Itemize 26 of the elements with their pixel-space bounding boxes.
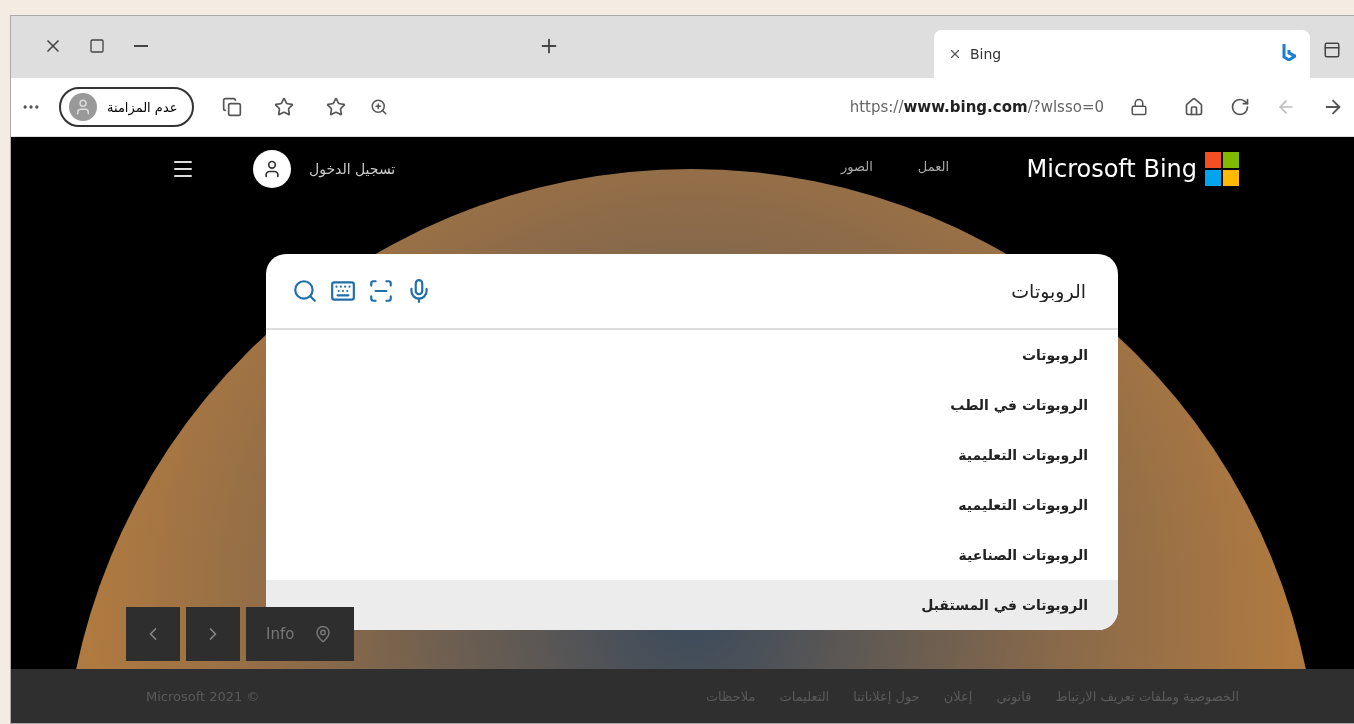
maximize-icon bbox=[89, 38, 105, 54]
home-icon[interactable] bbox=[1184, 97, 1204, 117]
nav-link[interactable]: العمل bbox=[917, 159, 950, 174]
minimize-icon bbox=[134, 45, 148, 47]
tab-title: Bing bbox=[970, 46, 1002, 62]
avatar-icon[interactable] bbox=[253, 150, 291, 188]
logo-icon bbox=[1205, 152, 1239, 186]
keyboard-icon[interactable] bbox=[330, 278, 356, 304]
collections-icon[interactable] bbox=[221, 97, 242, 117]
refresh-icon[interactable] bbox=[1230, 97, 1250, 117]
profile-button[interactable]: عدم المزامنة bbox=[59, 87, 194, 127]
favorites-icon[interactable] bbox=[273, 97, 294, 117]
search-icon[interactable] bbox=[292, 278, 318, 304]
logo-text: Microsoft Bing bbox=[1026, 155, 1197, 183]
close-icon[interactable] bbox=[948, 47, 962, 61]
location-pin-icon bbox=[314, 625, 333, 643]
visual-search-icon[interactable] bbox=[368, 278, 394, 304]
avatar-icon bbox=[69, 93, 97, 121]
lock-icon[interactable] bbox=[1130, 98, 1148, 116]
sign-in-link[interactable]: تسجيل الدخول bbox=[309, 161, 396, 177]
zoom-icon[interactable] bbox=[369, 98, 388, 116]
browser-tab[interactable]: Bing bbox=[934, 30, 1310, 78]
add-favorite-icon[interactable] bbox=[325, 97, 346, 117]
search-field[interactable]: الروبوتات bbox=[444, 279, 1088, 303]
nav-link[interactable]: الصور bbox=[841, 159, 873, 174]
address-url[interactable]: https://www.bing.com/?wlsso=0 bbox=[849, 98, 1104, 116]
